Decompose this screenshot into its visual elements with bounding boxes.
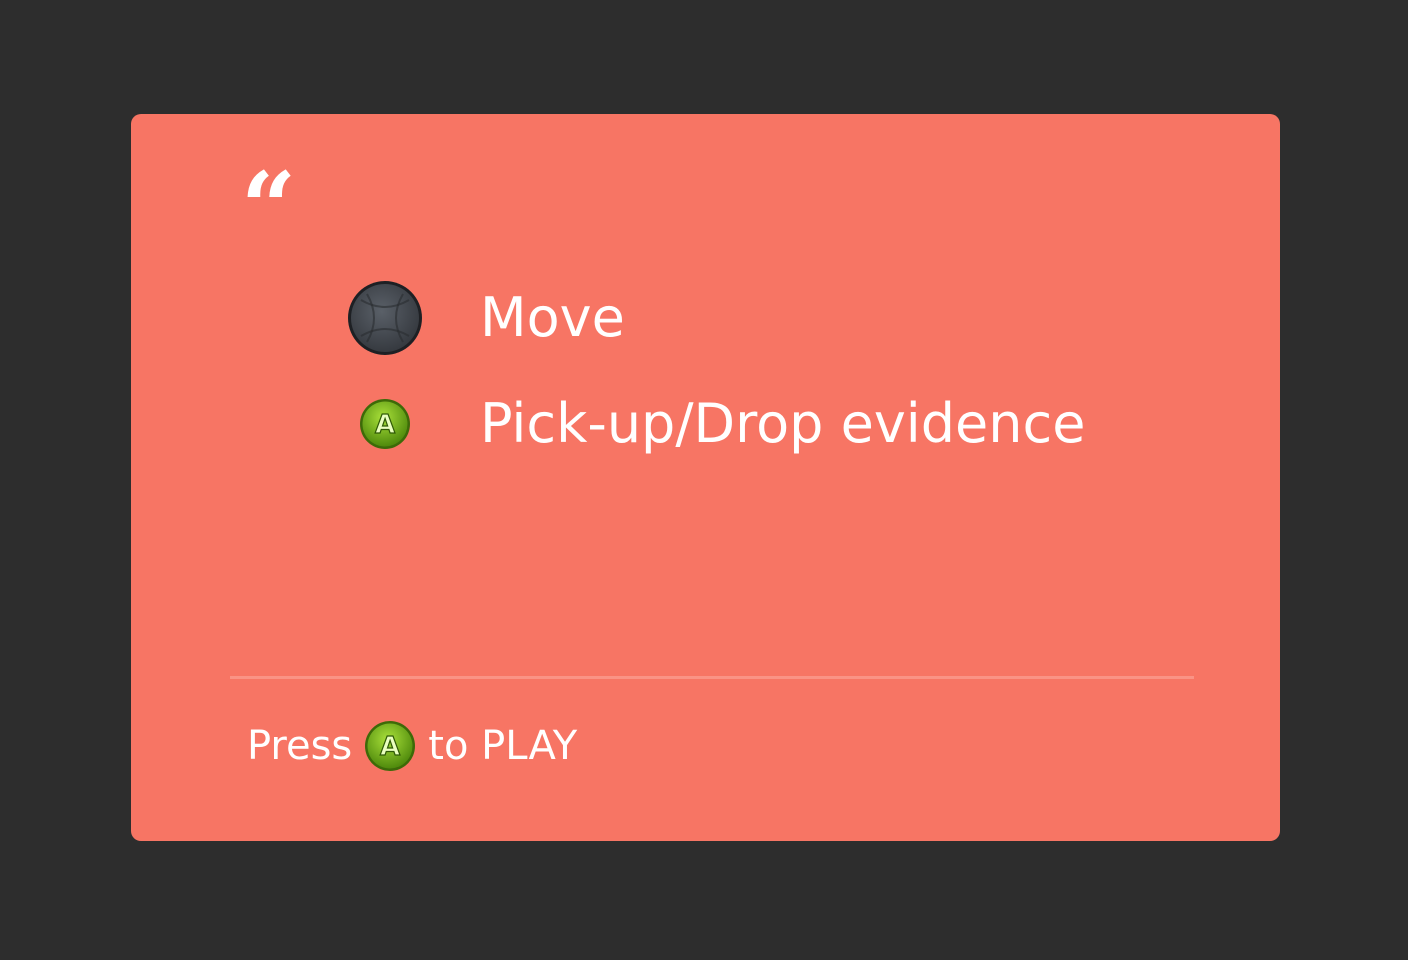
svg-text:A: A [375, 410, 395, 440]
controls-card: “ Move A Pick-up/Drop evidence Press A t… [131, 114, 1280, 841]
control-row-pickup: A Pick-up/Drop evidence [131, 386, 1280, 462]
a-button-icon: A [364, 720, 416, 772]
play-prompt: Press A to PLAY [247, 718, 577, 774]
press-label: Press [247, 723, 353, 769]
left-stick-icon [347, 280, 423, 356]
svg-text:A: A [380, 732, 400, 762]
a-button-icon: A [347, 386, 423, 462]
control-label-pickup: Pick-up/Drop evidence [480, 392, 1086, 455]
control-row-move: Move [131, 280, 1280, 356]
control-label-move: Move [480, 286, 625, 349]
divider [230, 676, 1194, 679]
quote-mark: “ [241, 151, 297, 264]
play-label: to PLAY [428, 723, 578, 769]
